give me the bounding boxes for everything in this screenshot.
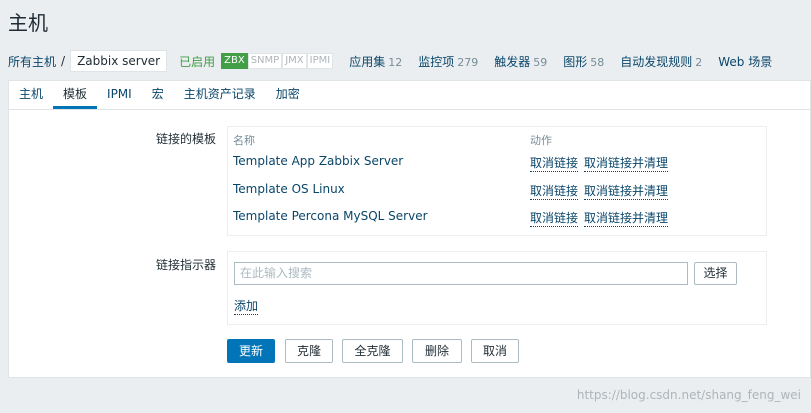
tab-macros[interactable]: 宏 [142, 81, 174, 109]
nav-link-label: Web 场景 [718, 54, 773, 69]
tab-ipmi[interactable]: IPMI [97, 81, 142, 109]
template-search-input[interactable]: 在此输入搜索 [234, 262, 688, 285]
clone-button[interactable]: 克隆 [285, 339, 333, 363]
nav-applications[interactable]: 应用集 12 [349, 53, 402, 70]
nav-discovery-rules[interactable]: 自动发现规则 2 [620, 53, 702, 70]
update-button[interactable]: 更新 [227, 339, 275, 363]
full-clone-button[interactable]: 全克隆 [342, 339, 403, 363]
page-title: 主机 [8, 11, 48, 35]
nav-graphs[interactable]: 图形 58 [563, 53, 604, 70]
nav-link-count: 59 [533, 55, 548, 69]
nav-items[interactable]: 监控项 279 [418, 53, 478, 70]
template-link[interactable]: Template OS Linux [233, 182, 345, 196]
nav-web-scenarios[interactable]: Web 场景 [718, 53, 772, 70]
nav-link-label: 触发器 [494, 54, 531, 69]
link-new-templates-label: 链接指示器 [155, 258, 216, 272]
delete-button[interactable]: 删除 [412, 339, 462, 363]
breadcrumb-all-hosts[interactable]: 所有主机 [8, 53, 56, 70]
availability-snmp: SNMP [247, 53, 283, 69]
unlink-clear-button[interactable]: 取消链接并清理 [584, 154, 669, 172]
nav-link-count: 2 [695, 55, 703, 69]
tab-bar: 主机 模板 IPMI 宏 主机资产记录 加密 [9, 81, 810, 110]
tab-inventory[interactable]: 主机资产记录 [174, 81, 266, 109]
unlink-button[interactable]: 取消链接 [530, 154, 579, 172]
nav-link-label: 图形 [563, 54, 588, 69]
unlink-button[interactable]: 取消链接 [530, 182, 579, 200]
unlink-clear-button[interactable]: 取消链接并清理 [584, 209, 669, 227]
nav-link-label: 自动发现规则 [620, 54, 693, 69]
host-nav: 所有主机 / Zabbix server 已启用 ZBX SNMP JMX IP… [8, 49, 772, 73]
template-link[interactable]: Template App Zabbix Server [233, 154, 403, 168]
tab-templates[interactable]: 模板 [53, 81, 98, 109]
column-name-header: 名称 [233, 134, 255, 147]
availability-jmx: JMX [282, 53, 307, 69]
breadcrumb-current-host[interactable]: Zabbix server [70, 50, 168, 72]
host-status[interactable]: 已启用 [179, 53, 215, 70]
availability-indicators: ZBX SNMP JMX IPMI [221, 53, 334, 69]
breadcrumb-separator: / [61, 54, 66, 68]
select-button[interactable]: 选择 [694, 262, 737, 285]
unlink-button[interactable]: 取消链接 [530, 209, 579, 227]
tab-encryption[interactable]: 加密 [266, 81, 310, 109]
nav-triggers[interactable]: 触发器 59 [494, 53, 547, 70]
tab-host[interactable]: 主机 [9, 81, 53, 109]
nav-link-count: 279 [457, 55, 479, 69]
linked-templates-label: 链接的模板 [155, 132, 216, 146]
watermark: https://blog.csdn.net/shang_feng_wei [576, 388, 801, 402]
nav-link-count: 12 [388, 55, 403, 69]
template-link[interactable]: Template Percona MySQL Server [233, 209, 428, 223]
nav-link-count: 58 [590, 55, 605, 69]
cancel-button[interactable]: 取消 [471, 339, 519, 363]
availability-zbx: ZBX [221, 53, 248, 69]
unlink-clear-button[interactable]: 取消链接并清理 [584, 182, 669, 200]
nav-link-label: 应用集 [349, 54, 386, 69]
column-action-header: 动作 [530, 134, 552, 147]
host-form-panel: 主机 模板 IPMI 宏 主机资产记录 加密 链接的模板 名称 动作 Templ… [8, 80, 811, 378]
nav-link-label: 监控项 [418, 54, 455, 69]
availability-ipmi: IPMI [306, 53, 334, 69]
add-template-link[interactable]: 添加 [234, 297, 259, 315]
